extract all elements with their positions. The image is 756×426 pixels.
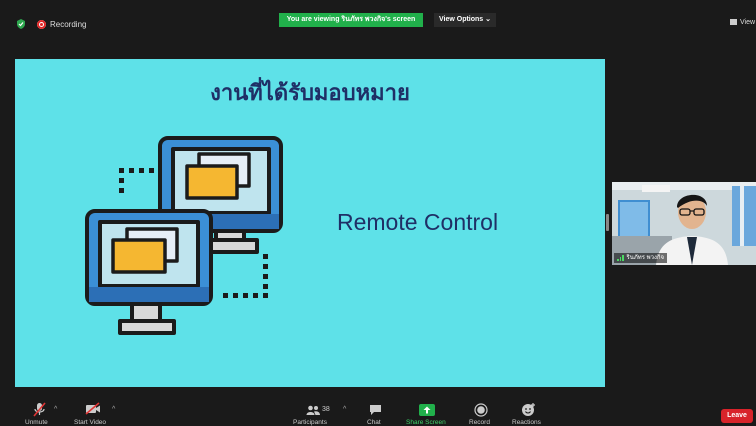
slide-text: Remote Control [337,209,499,235]
chat-label: Chat [367,419,381,426]
unmute-button[interactable]: Unmute [22,396,58,426]
audio-options-caret-icon[interactable]: ^ [54,406,57,413]
share-screen-label: Share Screen [406,419,446,426]
record-label: Record [469,419,490,426]
unmute-label: Unmute [25,419,48,426]
leave-button[interactable]: Leave [721,409,753,423]
slide-title: งานที่ได้รับมอบหมาย [210,81,410,106]
view-label: View [740,19,756,26]
record-icon [474,403,488,417]
grid-icon [730,19,737,26]
video-panel-handle[interactable] [606,214,609,231]
start-video-button[interactable]: Start Video [72,396,116,426]
participants-count: 38 [322,406,330,413]
participants-button[interactable]: 38 Participants [292,396,340,426]
participant-name-tag: รินภัทร พวงกิจ [614,253,668,263]
shared-screen: งานที่ได้รับมอบหมาย Remote Control [15,59,605,387]
video-off-icon [85,402,100,415]
chat-icon [370,405,381,415]
view-button[interactable]: View [730,19,755,26]
share-screen-button[interactable]: Share Screen [404,396,450,426]
participants-label: Participants [293,419,327,426]
recording-icon [37,20,46,29]
reactions-button[interactable]: Reactions [510,396,546,426]
shield-icon [17,19,25,29]
meeting-toolbar: Unmute ^ Start Video ^ 38 Participants ^… [0,396,756,426]
record-button[interactable]: Record [466,396,496,426]
participant-video[interactable]: รินภัทร พวงกิจ [612,182,756,265]
participants-options-caret-icon[interactable]: ^ [343,406,346,413]
top-bar: Recording You are viewing รินภัทร พวงกิจ… [0,0,756,40]
start-video-label: Start Video [74,419,107,426]
participants-icon [306,405,320,415]
viewing-banner: You are viewing รินภัทร พวงกิจ's screen [279,13,423,27]
participant-name: รินภัทร พวงกิจ [626,255,665,261]
reactions-icon [522,403,535,416]
video-options-caret-icon[interactable]: ^ [112,406,115,413]
view-options-button[interactable]: View Options ⌄ [434,13,496,27]
signal-icon [617,255,624,261]
muted-microphone-icon [33,402,46,417]
chat-button[interactable]: Chat [364,396,388,426]
share-screen-icon [419,404,435,416]
reactions-label: Reactions [512,419,541,426]
recording-label: Recording [50,20,87,29]
